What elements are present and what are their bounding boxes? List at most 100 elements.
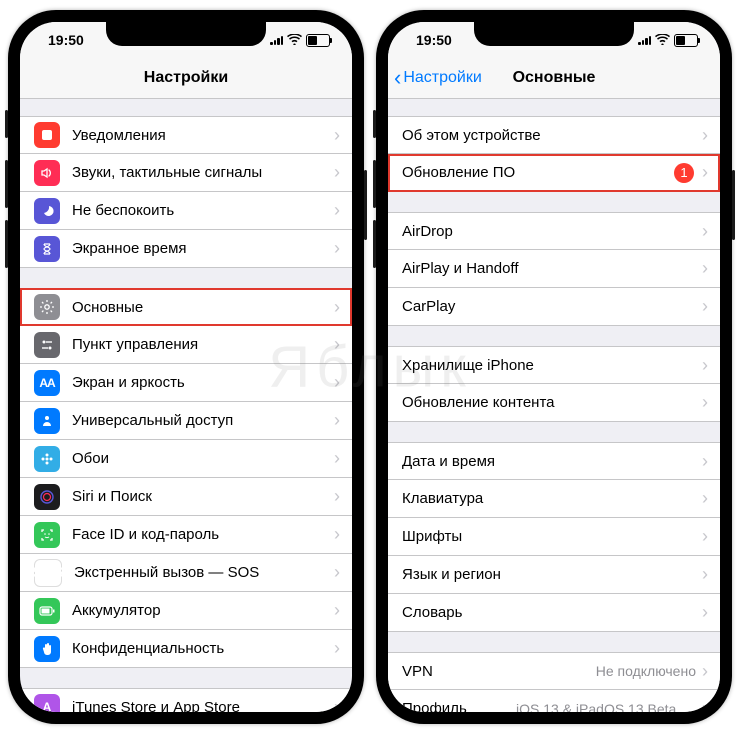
row-label: Обновление ПО	[402, 164, 674, 181]
chevron-right-icon: ›	[334, 125, 340, 146]
chevron-right-icon: ›	[334, 448, 340, 469]
page-title: Настройки	[144, 69, 228, 87]
sounds-icon	[34, 160, 60, 186]
row-datetime[interactable]: Дата и время›	[388, 442, 720, 480]
faceid-icon	[34, 522, 60, 548]
row-battery[interactable]: Аккумулятор›	[20, 592, 352, 630]
chevron-right-icon: ›	[702, 661, 708, 682]
row-label: AirDrop	[402, 223, 702, 240]
accessibility-icon	[34, 408, 60, 434]
wifi-icon	[655, 33, 670, 48]
row-dnd[interactable]: Не беспокоить›	[20, 192, 352, 230]
chevron-right-icon: ›	[702, 488, 708, 509]
row-label: Профиль	[402, 700, 516, 712]
row-privacy[interactable]: Конфиденциальность›	[20, 630, 352, 668]
chevron-right-icon: ›	[702, 296, 708, 317]
row-wallpaper[interactable]: Обои›	[20, 440, 352, 478]
chevron-right-icon: ›	[702, 602, 708, 623]
chevron-right-icon: ›	[702, 564, 708, 585]
row-sounds[interactable]: Звуки, тактильные сигналы›	[20, 154, 352, 192]
row-label: Дата и время	[402, 453, 702, 470]
row-siri[interactable]: Siri и Поиск›	[20, 478, 352, 516]
row-label: Универсальный доступ	[72, 412, 334, 429]
row-software-update[interactable]: Обновление ПО1 ›	[388, 154, 720, 192]
row-screentime[interactable]: Экранное время›	[20, 230, 352, 268]
row-about[interactable]: Об этом устройстве›	[388, 116, 720, 154]
row-language[interactable]: Язык и регион›	[388, 556, 720, 594]
row-itunes[interactable]: AiTunes Store и App Store›	[20, 688, 352, 712]
screen-left: 19:50 Настройки Уведомления›Звуки, такти…	[20, 22, 352, 712]
back-button[interactable]: ‹ Настройки	[394, 58, 482, 98]
row-label: Siri и Поиск	[72, 488, 334, 505]
general-list[interactable]: Об этом устройстве› Обновление ПО1 › AirDro…	[388, 98, 720, 712]
row-detail: Не подключено	[596, 663, 696, 679]
chevron-right-icon: ›	[702, 698, 708, 712]
row-label: AirPlay и Handoff	[402, 260, 702, 277]
chevron-right-icon: ›	[702, 258, 708, 279]
row-label: Шрифты	[402, 528, 702, 545]
chevron-right-icon: ›	[334, 562, 340, 583]
chevron-right-icon: ›	[334, 162, 340, 183]
row-label: Пункт управления	[72, 336, 334, 353]
row-label: Язык и регион	[402, 566, 702, 583]
back-label: Настройки	[403, 69, 481, 87]
row-detail: iOS 13 & iPadOS 13 Beta Software...	[516, 701, 696, 713]
row-airplay[interactable]: AirPlay и Handoff›	[388, 250, 720, 288]
itunes-icon: A	[34, 694, 60, 712]
privacy-icon	[34, 636, 60, 662]
notch	[106, 22, 266, 46]
settings-list[interactable]: Уведомления›Звуки, тактильные сигналы›Не…	[20, 98, 352, 712]
row-label: VPN	[402, 663, 596, 680]
row-label: Обои	[72, 450, 334, 467]
chevron-right-icon: ›	[702, 355, 708, 376]
row-label: Хранилище iPhone	[402, 357, 702, 374]
row-notifications[interactable]: Уведомления›	[20, 116, 352, 154]
chevron-right-icon: ›	[334, 200, 340, 221]
chevron-right-icon: ›	[702, 526, 708, 547]
row-label: Face ID и код-пароль	[72, 526, 334, 543]
row-background-refresh[interactable]: Обновление контента›	[388, 384, 720, 422]
page-title: Основные	[513, 69, 596, 87]
row-display[interactable]: AAЭкран и яркость›	[20, 364, 352, 402]
chevron-right-icon: ›	[334, 697, 340, 713]
row-airdrop[interactable]: AirDrop›	[388, 212, 720, 250]
row-fonts[interactable]: Шрифты›	[388, 518, 720, 556]
chevron-right-icon: ›	[702, 392, 708, 413]
badge: 1	[674, 163, 694, 183]
row-control-center[interactable]: Пункт управления›	[20, 326, 352, 364]
notifications-icon	[34, 122, 60, 148]
row-keyboard[interactable]: Клавиатура›	[388, 480, 720, 518]
row-faceid[interactable]: Face ID и код-пароль›	[20, 516, 352, 554]
row-accessibility[interactable]: Универсальный доступ›	[20, 402, 352, 440]
chevron-right-icon: ›	[334, 334, 340, 355]
row-profile[interactable]: ПрофильiOS 13 & iPadOS 13 Beta Software.…	[388, 690, 720, 712]
row-label: iTunes Store и App Store	[72, 699, 334, 713]
chevron-right-icon: ›	[702, 125, 708, 146]
row-label: Экранное время	[72, 240, 334, 257]
status-time: 19:50	[48, 32, 84, 48]
row-carplay[interactable]: CarPlay›	[388, 288, 720, 326]
row-label: Звуки, тактильные сигналы	[72, 164, 334, 181]
chevron-right-icon: ›	[334, 410, 340, 431]
row-label: Экран и яркость	[72, 374, 334, 391]
siri-icon	[34, 484, 60, 510]
row-label: Основные	[72, 299, 334, 316]
row-dictionary[interactable]: Словарь›	[388, 594, 720, 632]
row-label: CarPlay	[402, 298, 702, 315]
phone-frame-left: 19:50 Настройки Уведомления›Звуки, такти…	[8, 10, 364, 724]
nav-bar-left: Настройки	[20, 58, 352, 99]
status-time: 19:50	[416, 32, 452, 48]
row-vpn[interactable]: VPNНе подключено ›	[388, 652, 720, 690]
screentime-icon	[34, 236, 60, 262]
dnd-icon	[34, 198, 60, 224]
screen-right: 19:50 ‹ Настройки Основные Об этом устро…	[388, 22, 720, 712]
sos-icon: SOS	[34, 559, 62, 587]
row-storage[interactable]: Хранилище iPhone›	[388, 346, 720, 384]
row-label: Словарь	[402, 604, 702, 621]
row-label: Не беспокоить	[72, 202, 334, 219]
chevron-right-icon: ›	[702, 162, 708, 183]
chevron-right-icon: ›	[334, 638, 340, 659]
row-general[interactable]: Основные›	[20, 288, 352, 326]
row-sos[interactable]: SOSЭкстренный вызов — SOS›	[20, 554, 352, 592]
status-indicators	[270, 33, 330, 48]
